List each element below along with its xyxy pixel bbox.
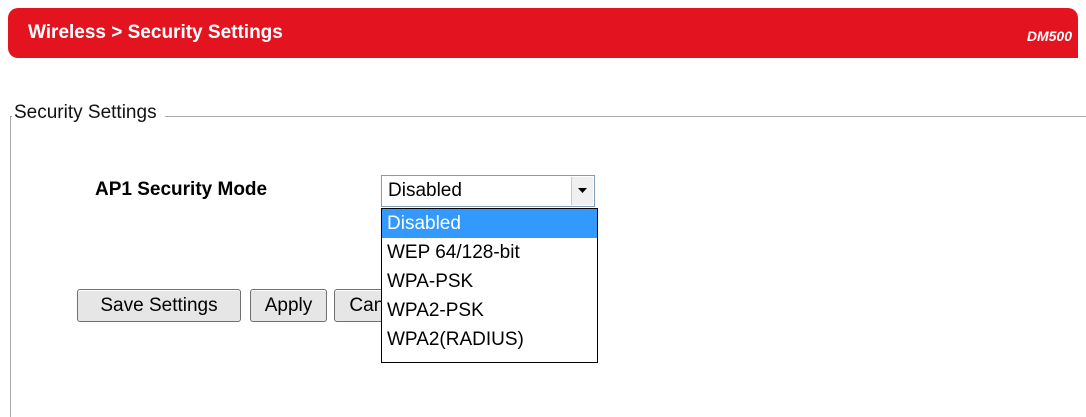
apply-button[interactable]: Apply xyxy=(250,289,327,322)
option-wpa2-psk[interactable]: WPA2-PSK xyxy=(382,296,597,325)
option-wpa-psk[interactable]: WPA-PSK xyxy=(382,267,597,296)
option-disabled[interactable]: Disabled xyxy=(382,209,597,238)
save-settings-button[interactable]: Save Settings xyxy=(77,289,241,322)
section-legend: Security Settings xyxy=(12,102,165,124)
select-dropdown-button[interactable] xyxy=(571,177,593,205)
security-mode-label: AP1 Security Mode xyxy=(95,179,268,200)
select-current-value: Disabled xyxy=(388,180,462,201)
page-header: Wireless > Security Settings DM500 xyxy=(8,8,1078,58)
security-mode-options: Disabled WEP 64/128-bit WPA-PSK WPA2-PSK… xyxy=(381,208,598,363)
security-mode-select[interactable]: Disabled xyxy=(381,175,595,207)
option-wep[interactable]: WEP 64/128-bit xyxy=(382,238,597,267)
chevron-down-icon xyxy=(578,188,587,193)
model-name: DM500 xyxy=(1026,28,1072,44)
option-wpa2-radius[interactable]: WPA2(RADIUS) xyxy=(382,325,597,354)
breadcrumb: Wireless > Security Settings xyxy=(28,22,283,43)
